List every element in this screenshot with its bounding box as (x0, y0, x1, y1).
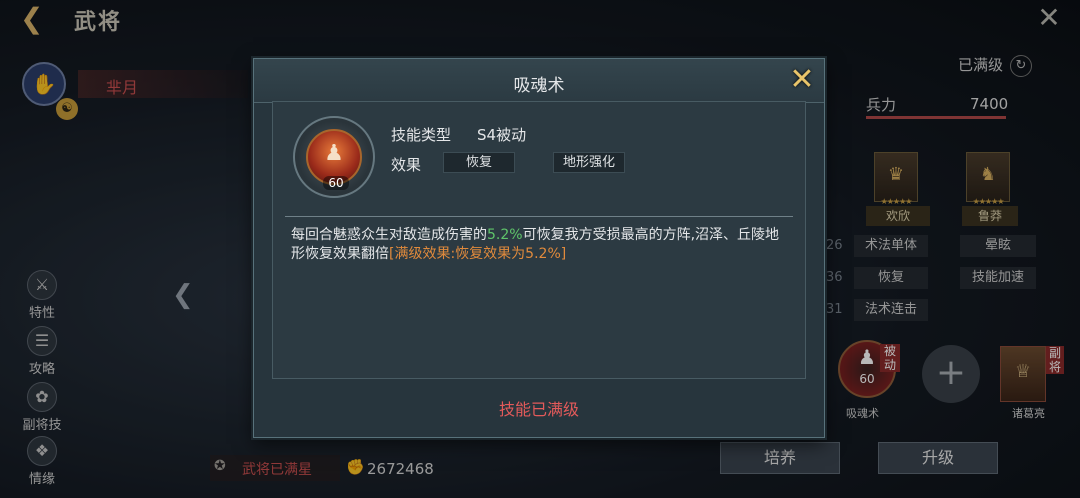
modal-title: 吸魂术 (513, 76, 565, 96)
skill-type-label: 技能类型 (391, 126, 452, 144)
effect-label: 效果 (391, 156, 422, 174)
skill-max-level: 技能已满级 (498, 400, 579, 419)
divider (285, 216, 793, 217)
skill-level: 60 (323, 176, 349, 190)
skill-type-value: S4被动 (477, 126, 527, 144)
modal-close-icon[interactable]: ✕ (786, 65, 818, 97)
skill-content-box: ♟ 60 技能类型 S4被动 效果 恢复 地形强化 每回合魅惑众生对敌造成伤害的… (272, 101, 806, 379)
desc-full-effect: [满级效果:恢复效果为5.2%] (389, 246, 567, 262)
effect-tag-heal: 恢复 (443, 152, 515, 173)
desc-highlight: 5.2% (487, 227, 523, 243)
skill-detail-modal: 吸魂术 ✕ ♟ 60 技能类型 S4被动 效果 恢复 地形强化 每回合魅惑众生对… (253, 58, 825, 438)
skill-description: 每回合魅惑众生对敌造成伤害的5.2%可恢复我方受损最高的方阵,沼泽、丘陵地形恢复… (291, 226, 791, 264)
skill-icon-frame: ♟ 60 (293, 116, 375, 198)
effect-tag-terrain: 地形强化 (553, 152, 625, 173)
desc-text: 每回合魅惑众生对敌造成伤害的 (291, 227, 487, 243)
